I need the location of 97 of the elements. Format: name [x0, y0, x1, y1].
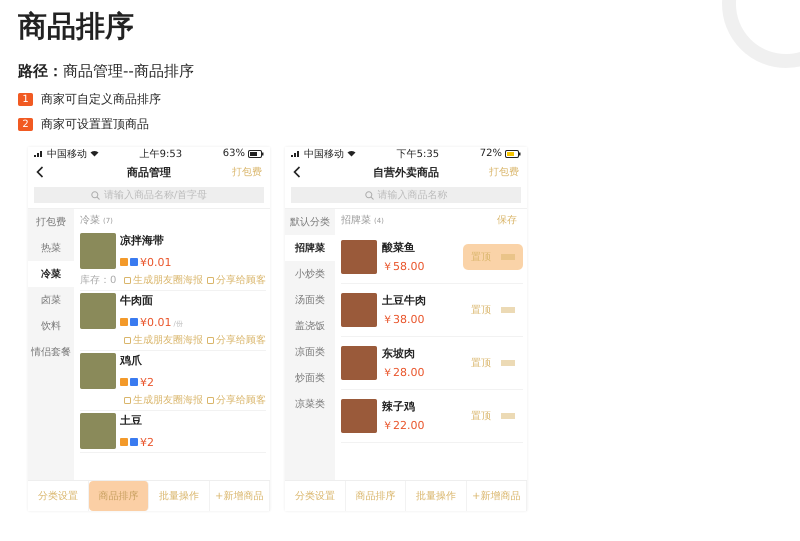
poster-icon: [124, 396, 132, 404]
drag-handle-icon: [501, 413, 515, 419]
save-button[interactable]: 保存: [497, 213, 523, 227]
product-name: 牛肉面: [120, 293, 154, 308]
signal-icon: [291, 150, 301, 157]
share-icon: [207, 396, 215, 404]
page-title: 商品排序: [18, 8, 134, 44]
share-icon: [207, 276, 215, 284]
product-name: 东坡肉: [382, 346, 416, 361]
category-item[interactable]: 饮料: [28, 313, 74, 339]
category-item[interactable]: 凉菜类: [285, 391, 335, 417]
bottom-tab[interactable]: 商品排序: [88, 481, 149, 511]
category-item[interactable]: 小炒类: [285, 261, 335, 287]
share-link[interactable]: 分享给顾客: [207, 393, 266, 407]
section-title: 冷菜: [80, 215, 100, 226]
path-label: 路径：: [18, 62, 63, 80]
bottom-tab[interactable]: 分类设置: [28, 481, 88, 511]
packing-fee-button[interactable]: 打包费: [489, 165, 519, 179]
battery-percent: 72%: [480, 148, 502, 159]
product-name: 土豆: [120, 413, 143, 428]
category-item[interactable]: 情侣套餐: [28, 339, 74, 365]
bottom-tab[interactable]: 分类设置: [285, 481, 346, 511]
category-item[interactable]: 默认分类: [285, 209, 335, 235]
product-price: ￥58.00: [382, 259, 426, 274]
product-price: ￥38.00: [382, 312, 426, 327]
product-price: ￥22.00: [382, 418, 426, 433]
product-price: ¥0.01: [140, 256, 172, 269]
share-icon: [207, 336, 215, 344]
carrier-text: 中国移动: [304, 148, 344, 160]
wifi-icon: [90, 150, 99, 157]
battery-percent: 63%: [222, 148, 245, 159]
product-price: ¥2: [140, 376, 154, 389]
drag-handle-icon: [501, 360, 515, 366]
product-price: ¥2: [140, 436, 154, 449]
screen-title: 自营外卖商品: [373, 164, 439, 180]
product-name: 鸡爪: [120, 353, 143, 368]
screen-title: 商品管理: [127, 164, 171, 180]
share-link[interactable]: 分享给顾客: [207, 333, 266, 347]
product-name: 土豆牛肉: [382, 293, 427, 308]
note-text: 商家可自定义商品排序: [41, 91, 161, 108]
pin-control[interactable]: 置顶: [463, 403, 523, 429]
time-text: 下午5:35: [396, 148, 440, 160]
path-text: 商品管理--商品排序: [63, 62, 194, 80]
battery-icon: [504, 150, 521, 158]
category-item[interactable]: 卤菜: [28, 287, 74, 313]
bottom-tab[interactable]: 商品排序: [346, 481, 406, 511]
section-title: 招牌菜: [341, 215, 371, 226]
share-link[interactable]: 分享给顾客: [207, 273, 266, 287]
time-text: 上午9:53: [140, 148, 182, 160]
signal-icon: [34, 150, 44, 157]
category-item[interactable]: 热菜: [28, 235, 74, 261]
bottom-tab[interactable]: 批量操作: [149, 481, 210, 511]
bottom-tab[interactable]: +新增商品: [466, 481, 527, 511]
share-link[interactable]: 生成朋友圈海报: [124, 333, 203, 347]
packing-fee-button[interactable]: 打包费: [232, 165, 262, 179]
category-item[interactable]: 冷菜: [28, 261, 74, 287]
number-badge: 1: [18, 93, 33, 106]
share-link[interactable]: 生成朋友圈海报: [124, 273, 203, 287]
product-price: ¥0.01: [140, 316, 172, 329]
photo-placeholder: [80, 413, 116, 449]
bottom-tab[interactable]: +新增商品: [210, 481, 270, 511]
photo-placeholder: [341, 399, 377, 433]
photo-placeholder: [80, 353, 116, 389]
product-name: 酸菜鱼: [382, 240, 416, 255]
bottom-tab[interactable]: 批量操作: [406, 481, 466, 511]
drag-handle-icon: [501, 254, 515, 260]
poster-icon: [124, 336, 132, 344]
category-item[interactable]: 凉面类: [285, 339, 335, 365]
category-item[interactable]: 招牌菜: [285, 235, 335, 261]
photo-placeholder: [341, 293, 377, 327]
photo-placeholder: [341, 240, 377, 274]
battery-icon: [248, 150, 264, 158]
photo-placeholder: [80, 233, 116, 269]
drag-handle-icon: [501, 307, 515, 313]
carrier-text: 中国移动: [47, 148, 87, 160]
category-item[interactable]: 打包费: [28, 209, 74, 235]
note-text: 商家可设置置顶商品: [41, 116, 149, 133]
search-icon: [90, 190, 100, 200]
stock-text: 库存：0: [80, 274, 116, 287]
pin-control[interactable]: 置顶: [463, 297, 523, 323]
search-icon: [364, 190, 374, 200]
pin-control[interactable]: 置顶: [463, 244, 523, 270]
wifi-icon: [347, 150, 356, 157]
photo-placeholder: [341, 346, 377, 380]
back-icon[interactable]: [293, 166, 301, 178]
number-badge: 2: [18, 118, 33, 131]
category-item[interactable]: 盖浇饭: [285, 313, 335, 339]
poster-icon: [124, 276, 132, 284]
product-name: 辣子鸡: [382, 399, 416, 414]
share-link[interactable]: 生成朋友圈海报: [124, 393, 203, 407]
photo-placeholder: [80, 293, 116, 329]
category-item[interactable]: 炒面类: [285, 365, 335, 391]
back-icon[interactable]: [36, 166, 44, 178]
product-name: 凉拌海带: [120, 233, 165, 248]
category-item[interactable]: 汤面类: [285, 287, 335, 313]
product-price: ￥28.00: [382, 365, 426, 380]
pin-control[interactable]: 置顶: [463, 350, 523, 376]
